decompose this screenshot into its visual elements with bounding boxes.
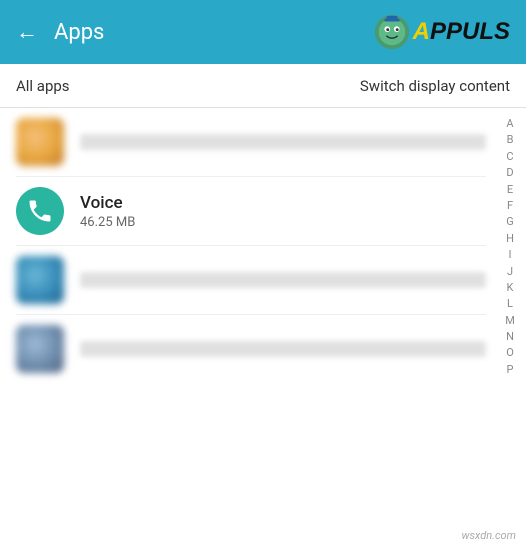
alpha-L[interactable]: L [502, 296, 518, 311]
watermark: wsxdn.com [462, 529, 516, 542]
voice-app-info: Voice 46.25 MB [80, 193, 135, 230]
alpha-G[interactable]: G [502, 214, 518, 229]
app-name-blurred [80, 341, 486, 357]
app-icon-blurred [16, 118, 64, 166]
content-area: A B C D E F G H I J K L M N O P [0, 108, 526, 550]
sub-header: All apps Switch display content [0, 64, 526, 108]
back-button[interactable]: ← [16, 19, 38, 45]
voice-app-size: 46.25 MB [80, 215, 135, 230]
app-header: ← Apps A PPULS [0, 0, 526, 64]
appuls-logo: A PPULS [377, 13, 510, 51]
alpha-E[interactable]: E [502, 182, 518, 197]
alpha-O[interactable]: O [502, 345, 518, 360]
alpha-B[interactable]: B [502, 132, 518, 147]
app-icon-blurred [16, 325, 64, 373]
alpha-N[interactable]: N [502, 329, 518, 344]
app-list: Voice 46.25 MB [0, 108, 526, 383]
app-icon-blurred [16, 256, 64, 304]
alpha-H[interactable]: H [502, 231, 518, 246]
alpha-K[interactable]: K [502, 280, 518, 295]
alpha-A[interactable]: A [502, 116, 518, 131]
alpha-I[interactable]: I [502, 247, 518, 262]
voice-app-name: Voice [80, 193, 135, 213]
list-item[interactable]: Voice 46.25 MB [0, 177, 502, 245]
app-name-blurred [80, 134, 486, 150]
list-item[interactable] [0, 246, 502, 314]
alpha-P[interactable]: P [502, 362, 518, 377]
alpha-J[interactable]: J [502, 264, 518, 279]
all-apps-label[interactable]: All apps [16, 77, 360, 95]
phone-icon [26, 197, 54, 225]
alpha-M[interactable]: M [502, 313, 518, 328]
list-item[interactable] [0, 315, 502, 383]
alpha-F[interactable]: F [502, 198, 518, 213]
list-item[interactable] [0, 108, 502, 176]
logo-wordmark: A PPULS [413, 18, 510, 46]
app-name-blurred [80, 272, 486, 288]
alphabet-sidebar[interactable]: A B C D E F G H I J K L M N O P [502, 116, 518, 377]
alpha-D[interactable]: D [502, 165, 518, 180]
switch-display-label[interactable]: Switch display content [360, 77, 510, 95]
mascot-icon [373, 13, 411, 51]
voice-app-icon [16, 187, 64, 235]
alpha-C[interactable]: C [502, 149, 518, 164]
